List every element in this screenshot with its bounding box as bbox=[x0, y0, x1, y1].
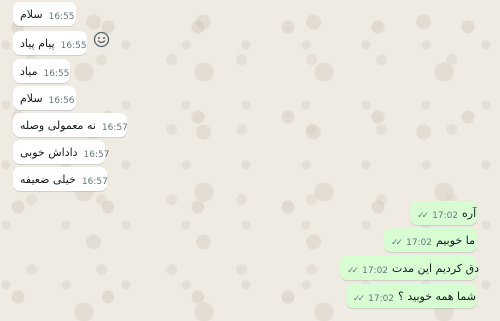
message-time: 16:57 bbox=[81, 177, 108, 187]
outgoing-message[interactable]: ✓✓ 17:02 ما خوبیم bbox=[384, 228, 477, 252]
message-text: داداش خوبی bbox=[20, 145, 78, 159]
incoming-message[interactable]: سلام 16:55 bbox=[13, 2, 76, 26]
smiley-face-icon[interactable] bbox=[93, 31, 110, 48]
incoming-message[interactable]: نه معمولی وصله 16:57 bbox=[13, 113, 128, 137]
incoming-message[interactable]: میاد 16:55 bbox=[13, 59, 70, 83]
message-text: نه معمولی وصله bbox=[20, 118, 96, 132]
incoming-message[interactable]: خیلی ضعیفه 16:57 bbox=[13, 167, 108, 191]
message-time: 16:55 bbox=[43, 69, 70, 79]
double-check-icon: ✓✓ bbox=[353, 294, 365, 304]
message-text: خیلی ضعیفه bbox=[20, 172, 76, 186]
message-time: 17:02 bbox=[432, 211, 459, 221]
message-time: 16:57 bbox=[83, 150, 110, 160]
double-check-icon: ✓✓ bbox=[347, 266, 359, 276]
message-text: شما همه خوبید ؟ bbox=[398, 289, 476, 303]
incoming-message[interactable]: پیام پیاد 16:55 bbox=[13, 31, 87, 55]
message-text: ما خوبیم bbox=[436, 233, 475, 247]
message-time: 16:55 bbox=[48, 12, 75, 22]
message-time: 16:56 bbox=[48, 96, 75, 106]
message-text: میاد bbox=[20, 64, 38, 78]
message-time: 17:02 bbox=[362, 266, 389, 276]
message-text: آره bbox=[462, 206, 477, 220]
double-check-icon: ✓✓ bbox=[391, 238, 403, 248]
message-text: سلام bbox=[20, 91, 43, 105]
double-check-icon: ✓✓ bbox=[417, 211, 429, 221]
incoming-message[interactable]: داداش خوبی 16:57 bbox=[13, 140, 109, 164]
message-time: 16:57 bbox=[101, 123, 128, 133]
outgoing-message[interactable]: ✓✓ 17:02 شما همه خوبید ؟ bbox=[346, 284, 477, 308]
outgoing-message[interactable]: ✓✓ 17:02 آره bbox=[410, 201, 477, 225]
incoming-message[interactable]: سلام 16:56 bbox=[13, 86, 76, 110]
outgoing-message[interactable]: ✓✓ 17:02 دق کردیم این مدت bbox=[340, 256, 480, 280]
message-time: 17:02 bbox=[406, 238, 433, 248]
message-text: پیام پیاد bbox=[20, 36, 55, 50]
message-time: 16:55 bbox=[60, 41, 87, 51]
message-text: دق کردیم این مدت bbox=[392, 261, 480, 275]
message-text: سلام bbox=[20, 7, 43, 21]
message-time: 17:02 bbox=[368, 294, 395, 304]
